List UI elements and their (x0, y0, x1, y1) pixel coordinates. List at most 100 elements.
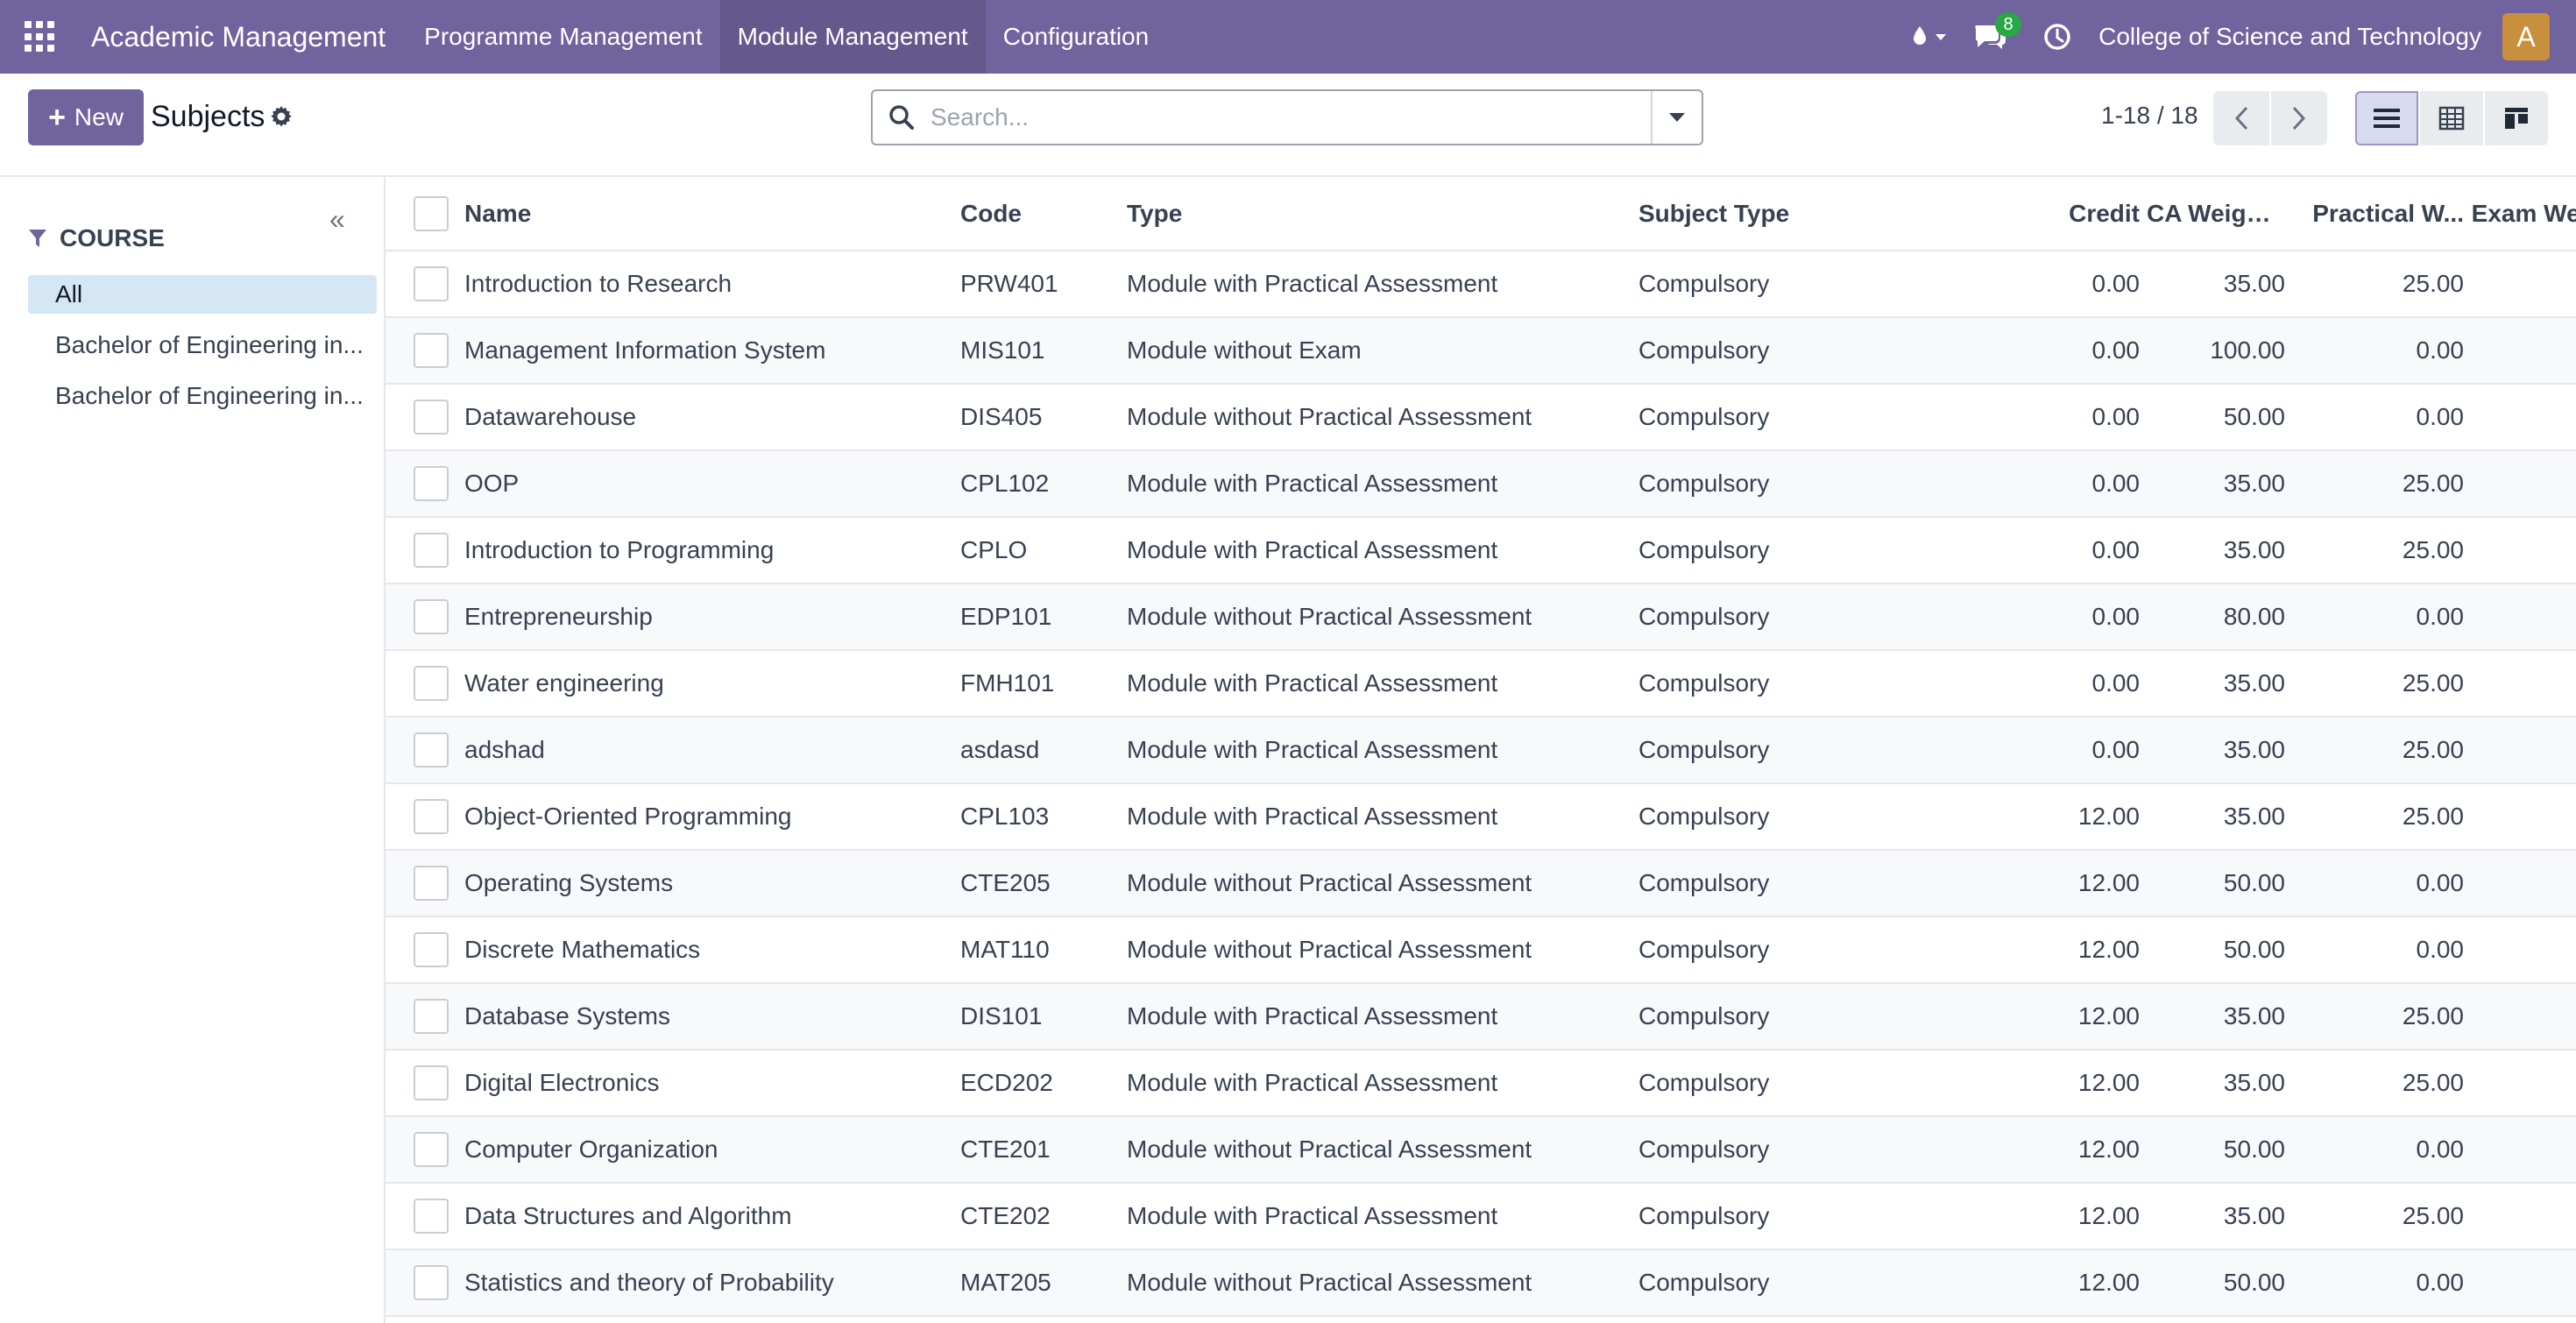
table-row[interactable]: Management Information System MIS101 Modul… (386, 317, 2576, 384)
table-grid-icon (2438, 106, 2465, 131)
new-button[interactable]: + New (28, 89, 144, 145)
table-row[interactable]: Introduction to Research PRW401 Module wit… (386, 251, 2576, 317)
cell-type: Module without Practical Assessment (1127, 936, 1532, 963)
cell-type: Module without Practical Assessment (1127, 869, 1532, 896)
debug-drop-icon[interactable] (1899, 0, 1960, 74)
cell-practical-weightage: 0.00 (2416, 603, 2465, 630)
cell-name: Statistics and theory of Probability (464, 1269, 834, 1296)
cell-type: Module with Practical Assessment (1127, 669, 1498, 697)
table-row[interactable]: OOP CPL102 Module with Practical Assessmen… (386, 450, 2576, 517)
cell-credit: 12.00 (2077, 869, 2140, 896)
table-row[interactable]: Database Systems DIS101 Module with Practi… (386, 983, 2576, 1050)
row-checkbox[interactable] (414, 599, 449, 634)
app-title[interactable]: Academic Management (81, 21, 396, 53)
row-checkbox[interactable] (414, 999, 449, 1034)
row-checkbox[interactable] (414, 266, 449, 301)
row-checkbox[interactable] (414, 1199, 449, 1234)
table-row[interactable]: adshad asdasd Module with Practical Assess… (386, 717, 2576, 783)
table-row[interactable]: Introduction to Programming CPLO Module wi… (386, 517, 2576, 584)
column-header-name[interactable]: Name (464, 177, 960, 251)
table-row[interactable]: Digital Electronics ECD202 Module with Pra… (386, 1050, 2576, 1116)
table-row[interactable]: Datawarehouse DIS405 Module without Practi… (386, 384, 2576, 450)
row-checkbox[interactable] (414, 1132, 449, 1167)
chevron-right-icon (2292, 106, 2306, 131)
messages-icon[interactable]: 8 (1960, 0, 2022, 74)
menu-module-management[interactable]: Module Management (719, 0, 986, 74)
table-row[interactable]: Object-Oriented Programming CPL103 Module … (386, 783, 2576, 850)
column-header-ca-weightage[interactable]: CA Weightage (2147, 177, 2292, 251)
table-row[interactable]: Statistics and theory of Probability MAT2… (386, 1249, 2576, 1316)
row-checkbox[interactable] (414, 1065, 449, 1100)
cell-exam-weightage: 40.00 (2471, 1183, 2576, 1249)
cell-credit: 0.00 (2091, 270, 2141, 297)
table-row[interactable]: Computer Organization CTE201 Module withou… (386, 1116, 2576, 1183)
cell-exam-weightage: 50.00 (2471, 850, 2576, 916)
table-header-row: Name Code Type Subject Type Credit CA We… (386, 177, 2576, 251)
column-header-code[interactable]: Code (960, 177, 1127, 251)
cell-name: Operating Systems (464, 869, 674, 896)
select-all-checkbox[interactable] (414, 195, 449, 231)
pager-next-button[interactable] (2271, 91, 2327, 145)
row-checkbox[interactable] (414, 666, 449, 701)
row-checkbox[interactable] (414, 866, 449, 901)
cell-credit: 12.00 (2077, 1136, 2140, 1163)
table-row[interactable]: Data Structures and Algorithm CTE202 Modul… (386, 1183, 2576, 1249)
cell-credit: 12.00 (2077, 1202, 2140, 1229)
menu-configuration[interactable]: Configuration (986, 0, 1167, 74)
pivot-view-button[interactable] (2420, 91, 2483, 145)
row-checkbox[interactable] (414, 1265, 449, 1300)
row-checkbox[interactable] (414, 466, 449, 501)
cell-ca-weightage: 35.00 (2223, 1069, 2285, 1096)
row-checkbox[interactable] (414, 333, 449, 368)
cell-ca-weightage: 35.00 (2223, 1202, 2285, 1229)
search-bar (871, 89, 1703, 145)
company-switcher[interactable]: College of Science and Technology (2084, 23, 2502, 51)
filter-icon (29, 230, 46, 247)
pager-value[interactable]: 1-18 / 18 (2101, 102, 2198, 130)
list-icon (2374, 109, 2400, 128)
column-header-practical-weightage[interactable]: Practical W... (2292, 177, 2471, 251)
column-header-type[interactable]: Type (1127, 177, 1638, 251)
table-row[interactable]: Discrete Mathematics MAT110 Module without… (386, 916, 2576, 983)
kanban-view-button[interactable] (2485, 91, 2548, 145)
user-avatar[interactable]: A (2502, 13, 2550, 60)
apps-menu-icon[interactable] (25, 21, 56, 53)
collapse-sidebar-icon[interactable]: « (329, 203, 345, 236)
row-checkbox[interactable] (414, 799, 449, 834)
row-checkbox[interactable] (414, 732, 449, 768)
menu-programme-management[interactable]: Programme Management (407, 0, 719, 74)
cell-ca-weightage: 35.00 (2223, 270, 2285, 297)
cell-credit: 0.00 (2091, 470, 2141, 497)
subjects-table: Name Code Type Subject Type Credit CA We… (386, 177, 2576, 1317)
list-view-button[interactable] (2355, 91, 2418, 145)
row-checkbox[interactable] (414, 932, 449, 967)
column-header-credit[interactable]: Credit (1910, 177, 2147, 251)
cell-subject-type: Compulsory (1638, 736, 1770, 763)
cell-exam-weightage: 50.00 (2471, 1116, 2576, 1183)
cell-subject-type: Compulsory (1638, 1002, 1770, 1029)
column-header-subject-type[interactable]: Subject Type (1638, 177, 1910, 251)
row-checkbox[interactable] (414, 400, 449, 435)
gear-icon[interactable] (270, 105, 293, 132)
table-row[interactable]: Entrepreneurship EDP101 Module without Pra… (386, 584, 2576, 650)
activity-clock-icon[interactable] (2020, 0, 2084, 74)
pager-previous-button[interactable] (2213, 91, 2269, 145)
sidebar-item-course-2[interactable]: Bachelor of Engineering in... (28, 377, 377, 415)
cell-subject-type: Compulsory (1638, 669, 1770, 697)
row-checkbox[interactable] (414, 533, 449, 568)
cell-practical-weightage: 0.00 (2416, 869, 2465, 896)
kanban-icon (2505, 108, 2528, 129)
cell-code: CTE201 (960, 1136, 1051, 1163)
column-header-exam-weightage[interactable]: Exam Weigh... (2471, 177, 2576, 251)
cell-type: Module with Practical Assessment (1127, 536, 1498, 563)
top-navbar: Academic Management Programme Management… (0, 0, 2576, 74)
search-input[interactable] (931, 103, 1651, 131)
cell-code: MAT205 (960, 1269, 1051, 1296)
sidebar-item-course-1[interactable]: Bachelor of Engineering in... (28, 326, 377, 364)
cell-code: DIS101 (960, 1002, 1043, 1029)
cell-practical-weightage: 25.00 (2402, 470, 2464, 497)
table-row[interactable]: Water engineering FMH101 Module with Pract… (386, 650, 2576, 717)
sidebar-item-all[interactable]: All (28, 275, 377, 314)
table-row[interactable]: Operating Systems CTE205 Module without Pr… (386, 850, 2576, 916)
search-options-toggle[interactable] (1651, 91, 1702, 144)
